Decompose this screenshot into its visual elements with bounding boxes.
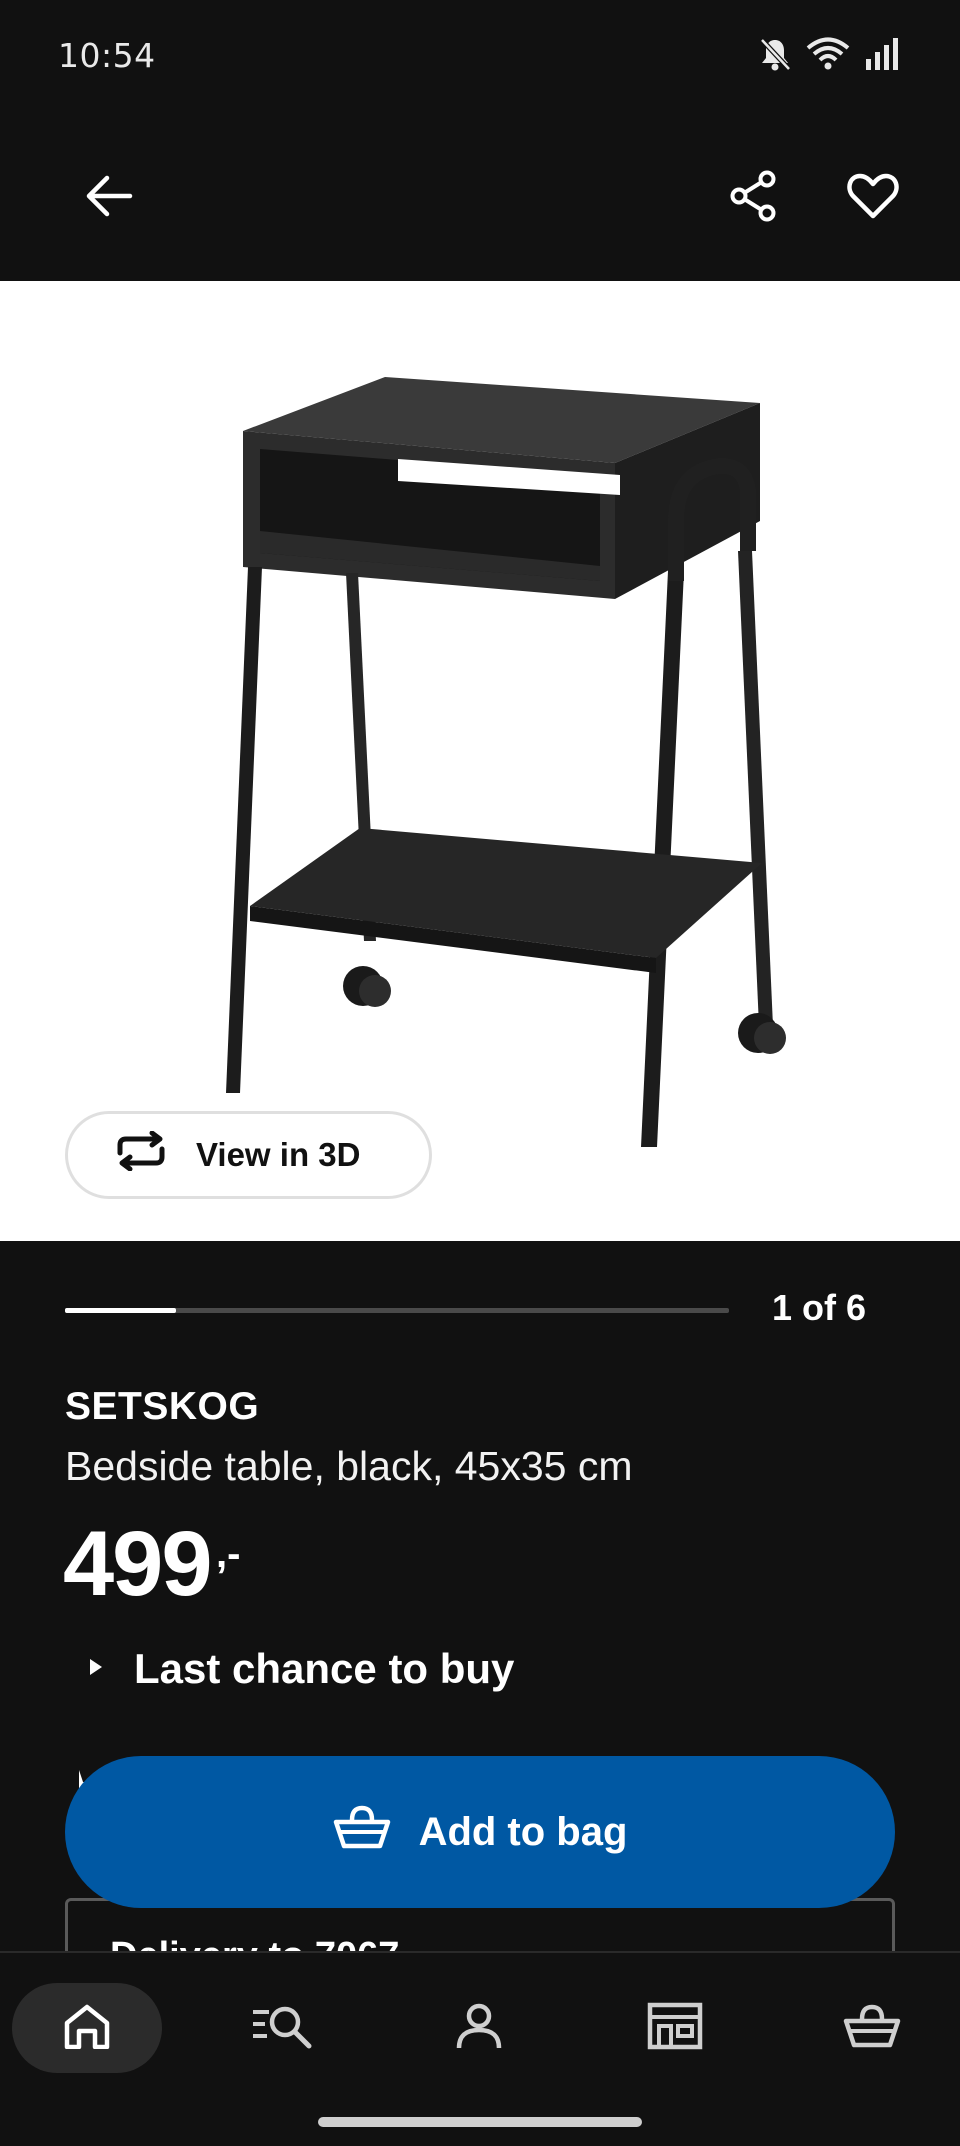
triangle-right-icon bbox=[88, 1657, 104, 1681]
gallery-progress-bar bbox=[65, 1308, 729, 1313]
nav-search[interactable] bbox=[207, 1983, 357, 2073]
nav-home[interactable] bbox=[12, 1983, 162, 2073]
back-button[interactable] bbox=[64, 153, 154, 243]
product-detail-screen: 10:54 View in 3D 1 of 6 SETSKOG Bedside … bbox=[0, 0, 960, 2146]
back-arrow-icon bbox=[85, 174, 133, 222]
bottom-navigation bbox=[0, 1951, 960, 2146]
home-icon bbox=[63, 2003, 111, 2053]
wifi-icon bbox=[806, 37, 850, 75]
search-icon bbox=[251, 2002, 313, 2054]
share-icon bbox=[728, 170, 780, 226]
bell-off-icon bbox=[758, 36, 792, 76]
product-image bbox=[226, 377, 786, 1147]
status-icons bbox=[758, 36, 900, 76]
nav-stores[interactable] bbox=[600, 1983, 750, 2073]
status-bar: 10:54 bbox=[0, 0, 960, 115]
view-in-3d-button[interactable]: View in 3D bbox=[65, 1111, 432, 1199]
top-app-bar bbox=[0, 115, 960, 281]
availability-row[interactable]: Last chance to buy bbox=[88, 1645, 514, 1693]
price-suffix: ,- bbox=[216, 1532, 241, 1576]
nav-bag[interactable] bbox=[797, 1983, 947, 2073]
share-button[interactable] bbox=[709, 153, 799, 243]
product-name: SETSKOG bbox=[65, 1385, 260, 1428]
basket-icon bbox=[333, 1804, 391, 1860]
bag-icon bbox=[843, 2003, 901, 2053]
add-to-bag-button[interactable]: Add to bag bbox=[65, 1756, 895, 1908]
gallery-counter: 1 of 6 bbox=[772, 1287, 867, 1328]
stores-icon bbox=[647, 2002, 703, 2054]
gesture-bar[interactable] bbox=[318, 2117, 642, 2127]
availability-label: Last chance to buy bbox=[134, 1645, 515, 1692]
product-image-gallery[interactable]: View in 3D bbox=[0, 281, 960, 1241]
rotate-3d-icon bbox=[112, 1130, 170, 1179]
profile-icon bbox=[455, 2002, 503, 2054]
view-in-3d-label: View in 3D bbox=[196, 1136, 361, 1173]
favourite-button[interactable] bbox=[828, 153, 918, 243]
heart-icon bbox=[847, 172, 899, 224]
status-time: 10:54 bbox=[58, 36, 156, 75]
product-description: Bedside table, black, 45x35 cm bbox=[65, 1443, 633, 1489]
add-to-bag-label: Add to bag bbox=[418, 1809, 628, 1854]
signal-icon bbox=[864, 37, 900, 75]
gallery-progress-fill bbox=[65, 1308, 176, 1313]
product-price: 499 bbox=[63, 1513, 212, 1615]
nav-profile[interactable] bbox=[404, 1983, 554, 2073]
